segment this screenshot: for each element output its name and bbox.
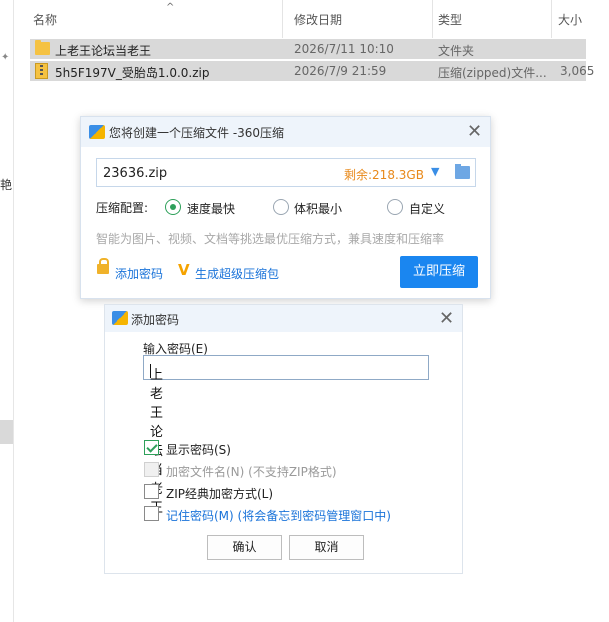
- 360zip-app-icon: [112, 311, 128, 325]
- confirm-button[interactable]: 确认: [207, 535, 282, 560]
- nav-selected-item[interactable]: [0, 420, 13, 444]
- file-modified: 2026/7/9 21:59: [294, 64, 387, 78]
- column-modified[interactable]: 修改日期: [294, 11, 342, 28]
- lock-icon: [97, 258, 109, 274]
- cancel-button[interactable]: 取消: [289, 535, 364, 560]
- encrypt-filename-label: 加密文件名(N) (不支持ZIP格式): [166, 465, 337, 479]
- folder-icon: [35, 40, 50, 55]
- sort-ascending-icon: ^: [166, 2, 175, 13]
- navigation-pane: ✦ 艳: [0, 0, 14, 622]
- column-divider[interactable]: [432, 0, 433, 38]
- file-row[interactable]: 5h5F197V_受胎岛1.0.0.zip 2026/7/9 21:59 压缩(…: [30, 61, 594, 81]
- free-space-label: 剩余:218.3GB: [344, 168, 424, 182]
- 360zip-app-icon: [89, 125, 105, 139]
- file-size: 3,065: [560, 64, 595, 78]
- add-password-link[interactable]: 添加密码: [115, 265, 163, 282]
- column-header: ^ 名称 修改日期 类型 大小: [14, 0, 609, 38]
- dialog-title: 您将创建一个压缩文件 -360压缩: [109, 126, 285, 140]
- password-input[interactable]: 上老王论坛当老王: [143, 355, 429, 516]
- file-modified: 2026/7/11 10:10: [294, 42, 394, 56]
- radio-custom[interactable]: [387, 199, 403, 215]
- compress-dialog: 您将创建一个压缩文件 -360压缩 ✕ 23636.zip 剩余:218.3GB…: [80, 116, 491, 299]
- radio-label-custom[interactable]: 自定义: [409, 200, 445, 217]
- nav-item-fragment[interactable]: 艳: [0, 176, 12, 193]
- dialog-titlebar: 添加密码 ✕: [105, 305, 462, 332]
- vip-icon: V: [178, 261, 190, 279]
- zip-icon: [35, 63, 48, 79]
- column-divider[interactable]: [551, 0, 552, 38]
- column-size[interactable]: 大小: [558, 11, 582, 28]
- remember-password-checkbox[interactable]: [144, 506, 159, 521]
- file-name: 上老王论坛当老王: [55, 44, 152, 58]
- zip-classic-encryption-label[interactable]: ZIP经典加密方式(L): [166, 485, 273, 502]
- column-name[interactable]: 名称: [33, 11, 57, 28]
- zip-classic-encryption-checkbox[interactable]: [144, 484, 159, 499]
- close-icon[interactable]: ✕: [467, 123, 482, 141]
- radio-label-size-smallest[interactable]: 体积最小: [294, 200, 342, 217]
- text-caret: [150, 364, 151, 378]
- archive-filename[interactable]: 23636.zip: [103, 166, 167, 181]
- file-type: 压缩(zipped)文件...: [438, 66, 547, 80]
- radio-speed-fastest[interactable]: [165, 199, 181, 215]
- archive-path-field[interactable]: 23636.zip 剩余:218.3GB ▼: [96, 158, 476, 187]
- radio-label-speed-fastest[interactable]: 速度最快: [187, 200, 235, 217]
- pin-icon[interactable]: ✦: [1, 52, 9, 63]
- remember-password-label[interactable]: 记住密码(M) (将会备忘到密码管理窗口中): [166, 507, 391, 524]
- show-password-checkbox[interactable]: [144, 440, 159, 455]
- compress-hint: 智能为图片、视频、文档等挑选最优压缩方式，兼具速度和压缩率: [96, 232, 445, 246]
- show-password-label[interactable]: 显示密码(S): [166, 441, 231, 458]
- encrypt-filename-checkbox: [144, 462, 159, 477]
- column-divider[interactable]: [282, 0, 283, 38]
- compress-now-button[interactable]: 立即压缩: [400, 256, 478, 288]
- browse-folder-icon[interactable]: [455, 164, 470, 179]
- compress-config-label: 压缩配置:: [96, 201, 149, 215]
- close-icon[interactable]: ✕: [439, 310, 454, 328]
- super-package-link[interactable]: 生成超级压缩包: [195, 265, 279, 282]
- column-type[interactable]: 类型: [438, 11, 462, 28]
- file-row[interactable]: 上老王论坛当老王 2026/7/11 10:10 文件夹: [30, 39, 586, 59]
- file-name: 5h5F197V_受胎岛1.0.0.zip: [55, 66, 210, 80]
- add-password-dialog: 添加密码 ✕ 输入密码(E) 上老王论坛当老王 显示密码(S) 加密文件名(N)…: [104, 304, 463, 574]
- chevron-down-icon[interactable]: ▼: [431, 165, 439, 178]
- radio-size-smallest[interactable]: [273, 199, 289, 215]
- file-type: 文件夹: [438, 44, 475, 58]
- dialog-titlebar: 您将创建一个压缩文件 -360压缩 ✕: [81, 117, 490, 147]
- dialog-title: 添加密码: [131, 313, 180, 327]
